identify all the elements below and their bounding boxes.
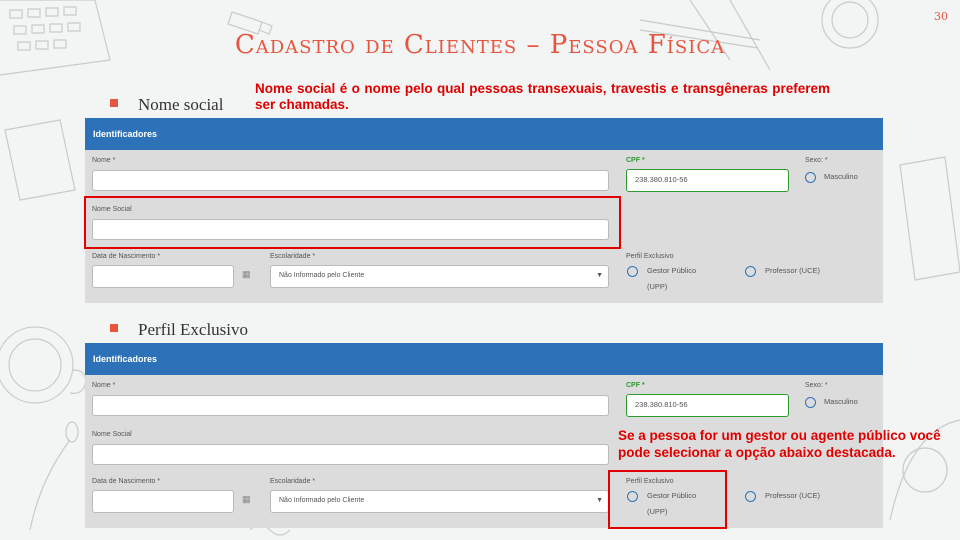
- nome-social-label: Nome Social: [92, 431, 132, 438]
- professor-label: Professor (UCE): [765, 491, 821, 500]
- bullet-perfil-exclusivo: Perfil Exclusivo: [110, 320, 248, 340]
- nome-social-input[interactable]: [92, 444, 609, 465]
- data-nascimento-label: Data de Nascimento *: [92, 478, 161, 485]
- bullet-marker: [110, 324, 118, 332]
- cpf-label: CPF *: [626, 382, 645, 389]
- data-nascimento-input[interactable]: [92, 265, 234, 288]
- masculino-radio[interactable]: [805, 397, 816, 408]
- slide-number: 30: [934, 10, 948, 23]
- escolaridade-value: Não Informado pelo Cliente: [279, 272, 365, 279]
- escolaridade-value: Não Informado pelo Cliente: [279, 497, 365, 504]
- nome-label: Nome *: [92, 157, 116, 164]
- cpf-label: CPF *: [626, 157, 645, 164]
- data-nascimento-label: Data de Nascimento *: [92, 253, 161, 260]
- gestor-publico-radio[interactable]: [627, 266, 638, 277]
- bullet-marker: [110, 99, 118, 107]
- perfil-exclusivo-label: Perfil Exclusivo: [626, 253, 674, 260]
- sexo-label: Sexo: *: [805, 382, 828, 389]
- professor-radio[interactable]: [745, 266, 756, 277]
- perfil-exclusivo-note: Se a pessoa for um gestor ou agente públ…: [618, 428, 941, 460]
- panel-header: Identificadores: [85, 118, 883, 150]
- masculino-radio[interactable]: [805, 172, 816, 183]
- bullet-label: Nome social: [138, 95, 224, 114]
- bullet-nome-social: Nome social: [110, 95, 223, 115]
- panel-header: Identificadores: [85, 343, 883, 375]
- professor-label: Professor (UCE): [765, 266, 821, 275]
- escolaridade-label: Escolaridade *: [270, 253, 316, 260]
- escolaridade-label: Escolaridade *: [270, 478, 316, 485]
- cpf-input[interactable]: 238.380.810-56: [626, 394, 789, 417]
- nome-social-highlight: [84, 196, 621, 249]
- nome-label: Nome *: [92, 382, 116, 389]
- nome-input[interactable]: [92, 170, 609, 191]
- data-nascimento-input[interactable]: [92, 490, 234, 513]
- professor-radio[interactable]: [745, 491, 756, 502]
- cpf-input[interactable]: 238.380.810-56: [626, 169, 789, 192]
- chevron-down-icon: ▼: [596, 272, 603, 279]
- bullet-label: Perfil Exclusivo: [138, 320, 249, 339]
- masculino-label: Masculino: [824, 397, 858, 406]
- chevron-down-icon: ▼: [596, 497, 603, 504]
- escolaridade-select[interactable]: Não Informado pelo Cliente ▼: [270, 265, 609, 288]
- nome-input[interactable]: [92, 395, 609, 416]
- calendar-icon[interactable]: ▦: [242, 269, 251, 280]
- masculino-label: Masculino: [824, 172, 858, 181]
- sexo-label: Sexo: *: [805, 157, 828, 164]
- calendar-icon[interactable]: ▦: [242, 494, 251, 505]
- nome-social-note: Nome social é o nome pelo qual pessoas t…: [255, 81, 830, 112]
- escolaridade-select[interactable]: Não Informado pelo Cliente ▼: [270, 490, 609, 513]
- gestor-publico-label: Gestor Público (UPP): [647, 266, 697, 291]
- perfil-exclusivo-highlight: [608, 470, 727, 529]
- slide-title: Cadastro de Clientes – Pessoa Física: [234, 30, 726, 60]
